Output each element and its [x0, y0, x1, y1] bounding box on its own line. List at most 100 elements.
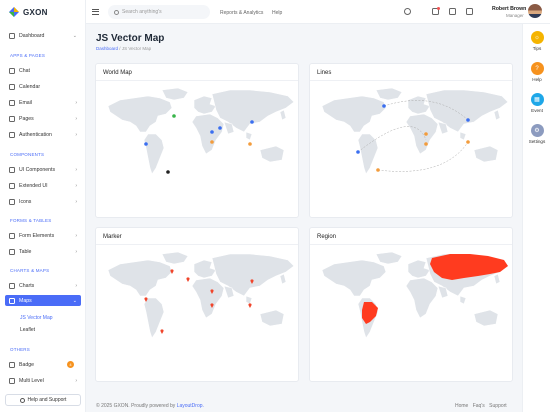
map-marker[interactable] — [424, 132, 428, 136]
map-marker[interactable] — [218, 126, 222, 130]
map-marker[interactable] — [210, 140, 214, 144]
marker-map[interactable] — [100, 252, 296, 342]
region-map[interactable] — [314, 252, 510, 342]
lightbulb-icon: ☼ — [530, 31, 544, 44]
sidebar-item-email[interactable]: Email › — [9, 97, 81, 108]
sun-icon[interactable] — [404, 8, 411, 15]
map-marker[interactable] — [144, 142, 148, 146]
card-title: World Map — [103, 70, 132, 76]
search-box[interactable]: Search anything's — [108, 5, 210, 19]
map-marker[interactable] — [466, 140, 470, 144]
topbar: Search anything's Reports & Analytics He… — [86, 0, 550, 24]
multilevel-icon — [9, 377, 15, 384]
chevron-right-icon: › — [75, 199, 77, 205]
pin-marker[interactable] — [248, 303, 252, 308]
chevron-down-icon: ⌄ — [72, 33, 77, 39]
breadcrumb-current: JS Vector Map — [121, 46, 152, 51]
sidebar-item-charts[interactable]: Charts › — [9, 280, 81, 291]
chevron-right-icon: › — [75, 249, 77, 255]
rail-event[interactable]: ▦ Event — [523, 93, 550, 113]
search-input[interactable]: Search anything's — [122, 9, 162, 15]
sidebar-item-icons[interactable]: Icons › — [9, 196, 81, 207]
help-support-button[interactable]: Help and Support — [5, 394, 81, 406]
rail-settings[interactable]: ⚙ Settings — [523, 124, 550, 144]
sidebar-item-badge[interactable]: Badge 4 — [9, 359, 81, 370]
pin-marker[interactable] — [186, 277, 190, 282]
breadcrumb-home[interactable]: Dashboard — [96, 46, 118, 51]
map-marker[interactable] — [250, 120, 254, 124]
map-marker[interactable] — [376, 168, 380, 172]
sidebar-item-calendar[interactable]: Calendar — [9, 81, 81, 92]
chevron-right-icon: › — [75, 167, 77, 173]
map-marker[interactable] — [172, 114, 176, 118]
gear-icon: ⚙ — [530, 124, 544, 137]
search-icon — [114, 9, 119, 15]
sidebar-item-authentication[interactable]: Authentication › — [9, 129, 81, 140]
card-title: Region — [317, 234, 337, 240]
cart-icon[interactable] — [466, 8, 473, 15]
map-marker[interactable] — [166, 170, 170, 174]
subitem-leaflet[interactable]: Leaflet — [20, 327, 35, 333]
brand-logo[interactable]: GXON — [0, 0, 85, 24]
table-icon — [9, 248, 15, 255]
map-marker[interactable] — [248, 142, 252, 146]
sidebar-item-dashboard[interactable]: Dashboard ⌄ — [9, 30, 81, 41]
page-title: JS Vector Map — [96, 33, 165, 44]
map-marker[interactable] — [356, 150, 360, 154]
sidebar-item-pages[interactable]: Pages › — [9, 113, 81, 124]
world-map[interactable] — [100, 88, 296, 178]
sidebar: GXON Dashboard ⌄ APPS & PAGES Chat Calen… — [0, 0, 86, 412]
map-marker[interactable] — [466, 118, 470, 122]
marker-map-card: Marker — [95, 227, 299, 382]
form-icon — [9, 232, 15, 239]
bell-icon[interactable] — [449, 8, 456, 15]
lines-map[interactable] — [314, 88, 510, 178]
sidebar-item-chat[interactable]: Chat — [9, 65, 81, 76]
footer-powered-link[interactable]: LayoutDrop. — [177, 403, 204, 409]
dashboard-icon — [9, 32, 15, 39]
footer-links[interactable]: Home Faq's Support — [455, 403, 507, 409]
help-link[interactable]: Help — [272, 10, 282, 16]
sidebar-item-form-elements[interactable]: Form Elements › — [9, 230, 81, 241]
section-charts-maps: CHARTS & MAPS — [10, 268, 50, 273]
avatar[interactable] — [528, 4, 542, 18]
badge-icon — [9, 361, 15, 368]
pages-icon — [9, 115, 15, 122]
layers-icon — [9, 182, 15, 189]
map-icon — [9, 297, 15, 304]
email-icon — [9, 99, 15, 106]
brand-name: GXON — [23, 7, 48, 17]
footer-copyright: © 2025 GXON. Proudly powered by LayoutDr… — [96, 403, 204, 409]
card-title: Lines — [317, 70, 332, 76]
map-marker[interactable] — [424, 142, 428, 146]
reports-analytics-link[interactable]: Reports & Analytics — [220, 10, 263, 16]
map-marker[interactable] — [382, 104, 386, 108]
sidebar-item-table[interactable]: Table › — [9, 246, 81, 257]
sidebar-item-ui-components[interactable]: UI Components › — [9, 164, 81, 175]
section-others: OTHERS — [10, 347, 30, 352]
chevron-right-icon: › — [75, 132, 77, 138]
section-forms-tables: FORMS & TABLES — [10, 218, 52, 223]
world-map-card: World Map — [95, 63, 299, 218]
subitem-js-vector-map[interactable]: JS Vector Map — [20, 315, 53, 321]
badge-count: 4 — [67, 361, 74, 368]
breadcrumb: Dashboard / JS Vector Map — [96, 46, 152, 51]
chevron-right-icon: › — [75, 116, 77, 122]
sidebar-item-extended-ui[interactable]: Extended UI › — [9, 180, 81, 191]
chevron-right-icon: › — [75, 183, 77, 189]
user-name[interactable]: Robert Brown — [492, 6, 526, 12]
chevron-right-icon: › — [75, 100, 77, 106]
components-icon — [9, 166, 15, 173]
rail-tips[interactable]: ☼ Tips — [523, 31, 550, 51]
help-icon: ? — [530, 62, 544, 75]
menu-toggle-icon[interactable] — [92, 9, 99, 16]
right-rail: ☼ Tips ? Help ▦ Event ⚙ Settings — [522, 24, 550, 412]
sidebar-item-multi-level[interactable]: Multi Level › — [9, 375, 81, 386]
sidebar-item-maps[interactable]: Maps ⌄ — [5, 295, 81, 306]
rail-help[interactable]: ? Help — [523, 62, 550, 82]
notification-icon[interactable] — [432, 7, 440, 15]
section-apps-pages: APPS & PAGES — [10, 53, 46, 58]
pin-marker[interactable] — [160, 329, 164, 334]
calendar-icon — [9, 83, 15, 90]
map-marker[interactable] — [210, 130, 214, 134]
